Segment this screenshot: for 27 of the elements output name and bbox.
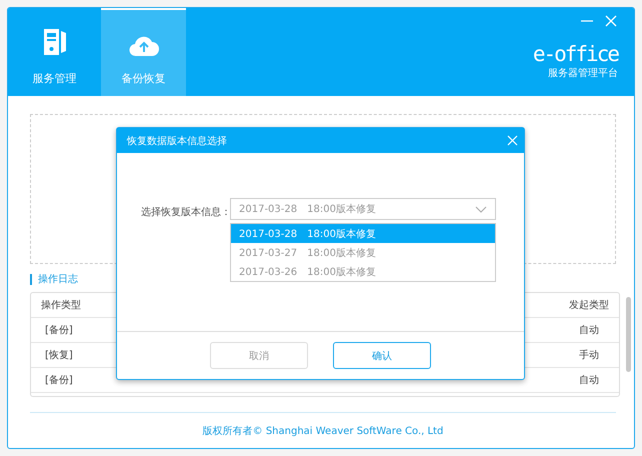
field-label: 选择恢复版本信息： (141, 206, 231, 219)
table-cell-text: 手动 (579, 348, 599, 362)
close-icon[interactable] (507, 135, 518, 146)
table-cell-text: [恢复] (45, 348, 73, 362)
dropdown-option[interactable]: 2017-03-28 18:00版本修复 (231, 224, 495, 243)
copyright-text: 版权所有者© Shanghai Weaver SoftWare Co., Ltd (202, 424, 444, 438)
scrollbar[interactable] (626, 297, 631, 372)
nav-tab[interactable]: 服务管理 (8, 8, 101, 96)
table-cell-text: 自动 (579, 324, 599, 337)
chevron-down-icon (475, 206, 487, 212)
dropdown-option[interactable]: 2017-03-26 18:00版本修复 (231, 262, 495, 281)
dropdown-option[interactable]: 2017-03-27 18:00版本修复 (231, 243, 495, 262)
brand-subtitle: 服务器管理平台 (548, 66, 618, 80)
confirm-button[interactable]: 确认 (333, 342, 431, 369)
section-title: 操作日志 (30, 274, 78, 285)
brand-logo: e-office (532, 42, 618, 66)
column-header: 操作类型 (41, 298, 81, 312)
close-icon[interactable] (604, 14, 618, 28)
table-cell-text: [备份] (45, 324, 73, 337)
cancel-button[interactable]: 取消 (210, 342, 308, 369)
version-dropdown[interactable]: 2017-03-28 18:00版本修复 (230, 198, 496, 220)
dialog-title: 恢复数据版本信息选择 (127, 134, 227, 148)
table-cell-text: [备份] (45, 374, 73, 387)
nav-tab[interactable]: 备份恢复 (101, 8, 186, 96)
cloud-upload-icon (128, 35, 158, 57)
column-header: 发起类型 (569, 298, 609, 312)
table-cell-text: 自动 (579, 374, 599, 387)
